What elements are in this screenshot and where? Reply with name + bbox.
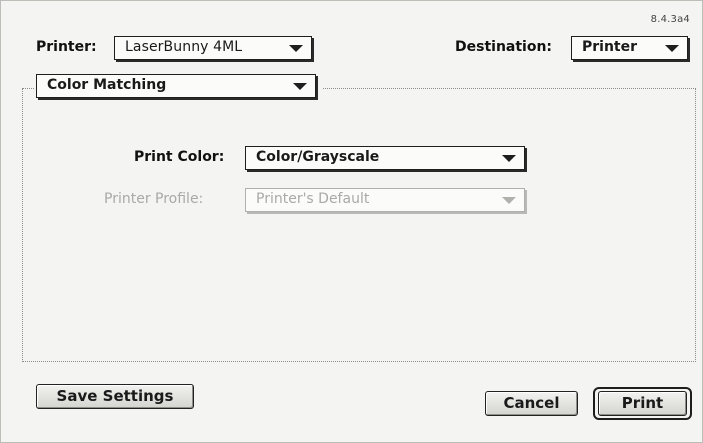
printer-popup[interactable]: LaserBunny 4ML (114, 36, 312, 60)
version-label: 8.4.3a4 (650, 14, 690, 25)
color-matching-group (22, 88, 696, 362)
printer-profile-label: Printer Profile: (104, 191, 204, 207)
chevron-down-icon (289, 45, 303, 52)
cancel-button[interactable]: Cancel (485, 391, 578, 416)
print-color-popup-value: Color/Grayscale (256, 149, 380, 165)
printer-label: Printer: (36, 39, 97, 55)
printer-popup-value: LaserBunny 4ML (125, 39, 243, 55)
chevron-down-icon (502, 197, 516, 204)
save-settings-button[interactable]: Save Settings (36, 384, 194, 409)
chevron-down-icon (293, 83, 307, 90)
print-dialog: 8.4.3a4 Printer: LaserBunny 4ML Destinat… (0, 0, 703, 443)
panel-popup[interactable]: Color Matching (36, 74, 316, 98)
chevron-down-icon (665, 45, 679, 52)
printer-profile-popup: Printer's Default (245, 188, 525, 212)
print-color-label: Print Color: (134, 149, 225, 165)
destination-popup-value: Printer (582, 39, 638, 55)
chevron-down-icon (502, 155, 516, 162)
destination-label: Destination: (455, 39, 553, 55)
print-color-popup[interactable]: Color/Grayscale (245, 146, 525, 170)
destination-popup[interactable]: Printer (571, 36, 688, 60)
printer-profile-popup-value: Printer's Default (256, 191, 370, 207)
panel-popup-value: Color Matching (47, 77, 167, 93)
print-button[interactable]: Print (598, 391, 687, 416)
